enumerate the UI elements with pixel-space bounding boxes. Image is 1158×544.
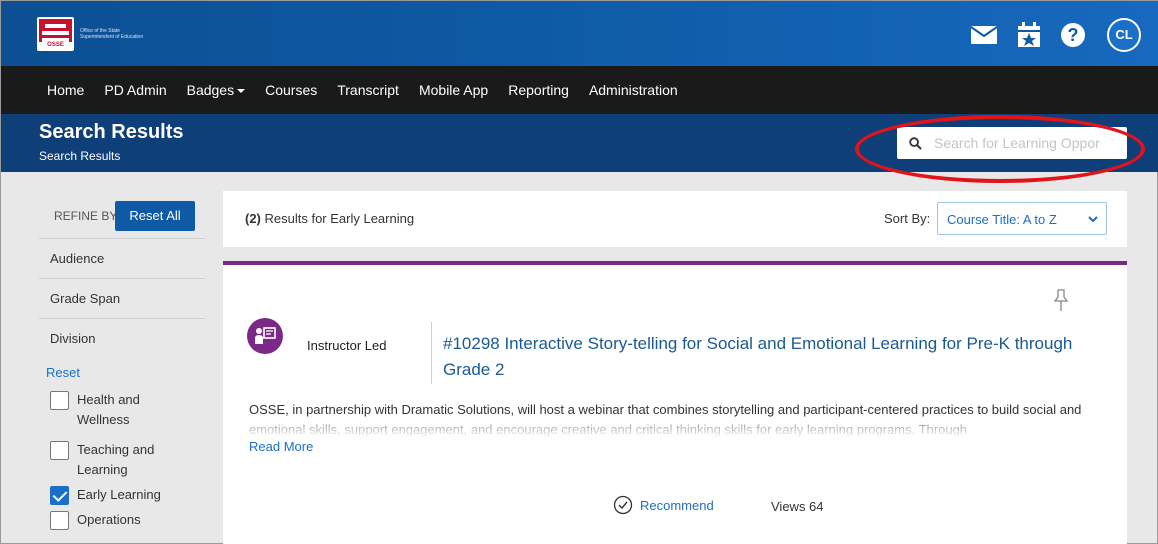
checkbox-label: Health and Wellness	[77, 392, 140, 427]
checkbox[interactable]	[50, 391, 69, 410]
checkbox-label: Teaching and Learning	[77, 442, 155, 477]
checkbox-teaching-learning[interactable]: Teaching and Learning	[39, 440, 205, 480]
sort-dropdown[interactable]: Course Title: A to Z	[937, 202, 1107, 235]
breadcrumb: Search Results	[39, 149, 121, 163]
results-header: (2) Results for Early Learning Sort By: …	[223, 191, 1127, 247]
user-avatar[interactable]: CL	[1107, 18, 1141, 52]
help-icon[interactable]: ?	[1061, 23, 1085, 47]
osse-logo[interactable]: OSSE Office of the State Superintendent …	[37, 17, 150, 51]
logo-badge: OSSE	[39, 42, 72, 49]
osse-logo-mark: OSSE	[37, 17, 74, 51]
sort-label: Sort By:	[884, 211, 931, 226]
description-fade	[249, 417, 1119, 437]
nav-administration[interactable]: Administration	[589, 82, 678, 98]
search-input[interactable]	[934, 135, 1124, 151]
mail-icon[interactable]	[971, 26, 997, 44]
main-nav: Home PD Admin Badges Courses Transcript …	[1, 66, 1158, 114]
instructor-led-icon	[247, 318, 283, 354]
facet-division[interactable]: Division	[39, 319, 205, 359]
nav-badges[interactable]: Badges	[186, 82, 246, 98]
results-count: (2) Results for Early Learning	[245, 211, 414, 226]
checkbox-checked[interactable]	[50, 486, 69, 505]
calendar-star-icon[interactable]	[1017, 22, 1041, 48]
checkbox[interactable]	[50, 441, 69, 460]
nav-courses[interactable]: Courses	[265, 82, 317, 98]
search-icon	[909, 136, 922, 150]
pin-icon[interactable]	[1053, 289, 1069, 313]
caret-down-icon	[237, 89, 246, 94]
course-type: Instructor Led	[307, 338, 387, 353]
refine-sidebar: REFINE BY Reset All Audience Grade Span …	[39, 193, 205, 530]
checkbox-label: Early Learning	[77, 487, 161, 502]
refine-header: REFINE BY Reset All	[39, 193, 205, 239]
reset-all-button[interactable]: Reset All	[115, 200, 195, 231]
read-more-link[interactable]: Read More	[249, 439, 313, 454]
nav-pd-admin[interactable]: PD Admin	[104, 82, 166, 98]
refine-label: REFINE BY	[54, 208, 118, 223]
check-circle-icon	[613, 495, 633, 515]
course-title-link[interactable]: #10298 Interactive Story-telling for Soc…	[443, 331, 1083, 383]
checkbox-early-learning[interactable]: Early Learning	[39, 485, 205, 505]
course-card: Instructor Led #10298 Interactive Story-…	[223, 261, 1127, 544]
result-number: (2)	[245, 211, 261, 226]
search-box[interactable]	[897, 127, 1127, 159]
reset-link[interactable]: Reset	[39, 365, 205, 380]
recommend-label: Recommend	[640, 497, 714, 513]
sort-value: Course Title: A to Z	[947, 212, 1057, 227]
chevron-down-icon	[1088, 216, 1098, 223]
facet-grade-span[interactable]: Grade Span	[39, 279, 205, 319]
recommend-button[interactable]: Recommend	[613, 495, 714, 515]
top-header: OSSE Office of the State Superintendent …	[1, 1, 1158, 66]
page-title: Search Results	[39, 121, 184, 143]
nav-mobile-app[interactable]: Mobile App	[419, 82, 488, 98]
logo-text: Office of the State Superintendent of Ed…	[80, 28, 144, 40]
divider	[431, 322, 432, 384]
nav-badges-label: Badges	[186, 82, 235, 98]
header-icons: ? CL	[951, 18, 1141, 52]
page-title-band: Search Results Search Results	[1, 114, 1158, 172]
checkbox-operations[interactable]: Operations	[39, 510, 205, 530]
checkbox-label: Operations	[77, 512, 141, 527]
facet-audience[interactable]: Audience	[39, 239, 205, 279]
checkbox[interactable]	[50, 511, 69, 530]
nav-transcript[interactable]: Transcript	[337, 82, 399, 98]
results-query: Results for Early Learning	[260, 211, 415, 226]
checkbox-health-wellness[interactable]: Health and Wellness	[39, 390, 205, 430]
nav-reporting[interactable]: Reporting	[508, 82, 569, 98]
views-count: Views 64	[771, 499, 824, 514]
nav-home[interactable]: Home	[47, 82, 84, 98]
